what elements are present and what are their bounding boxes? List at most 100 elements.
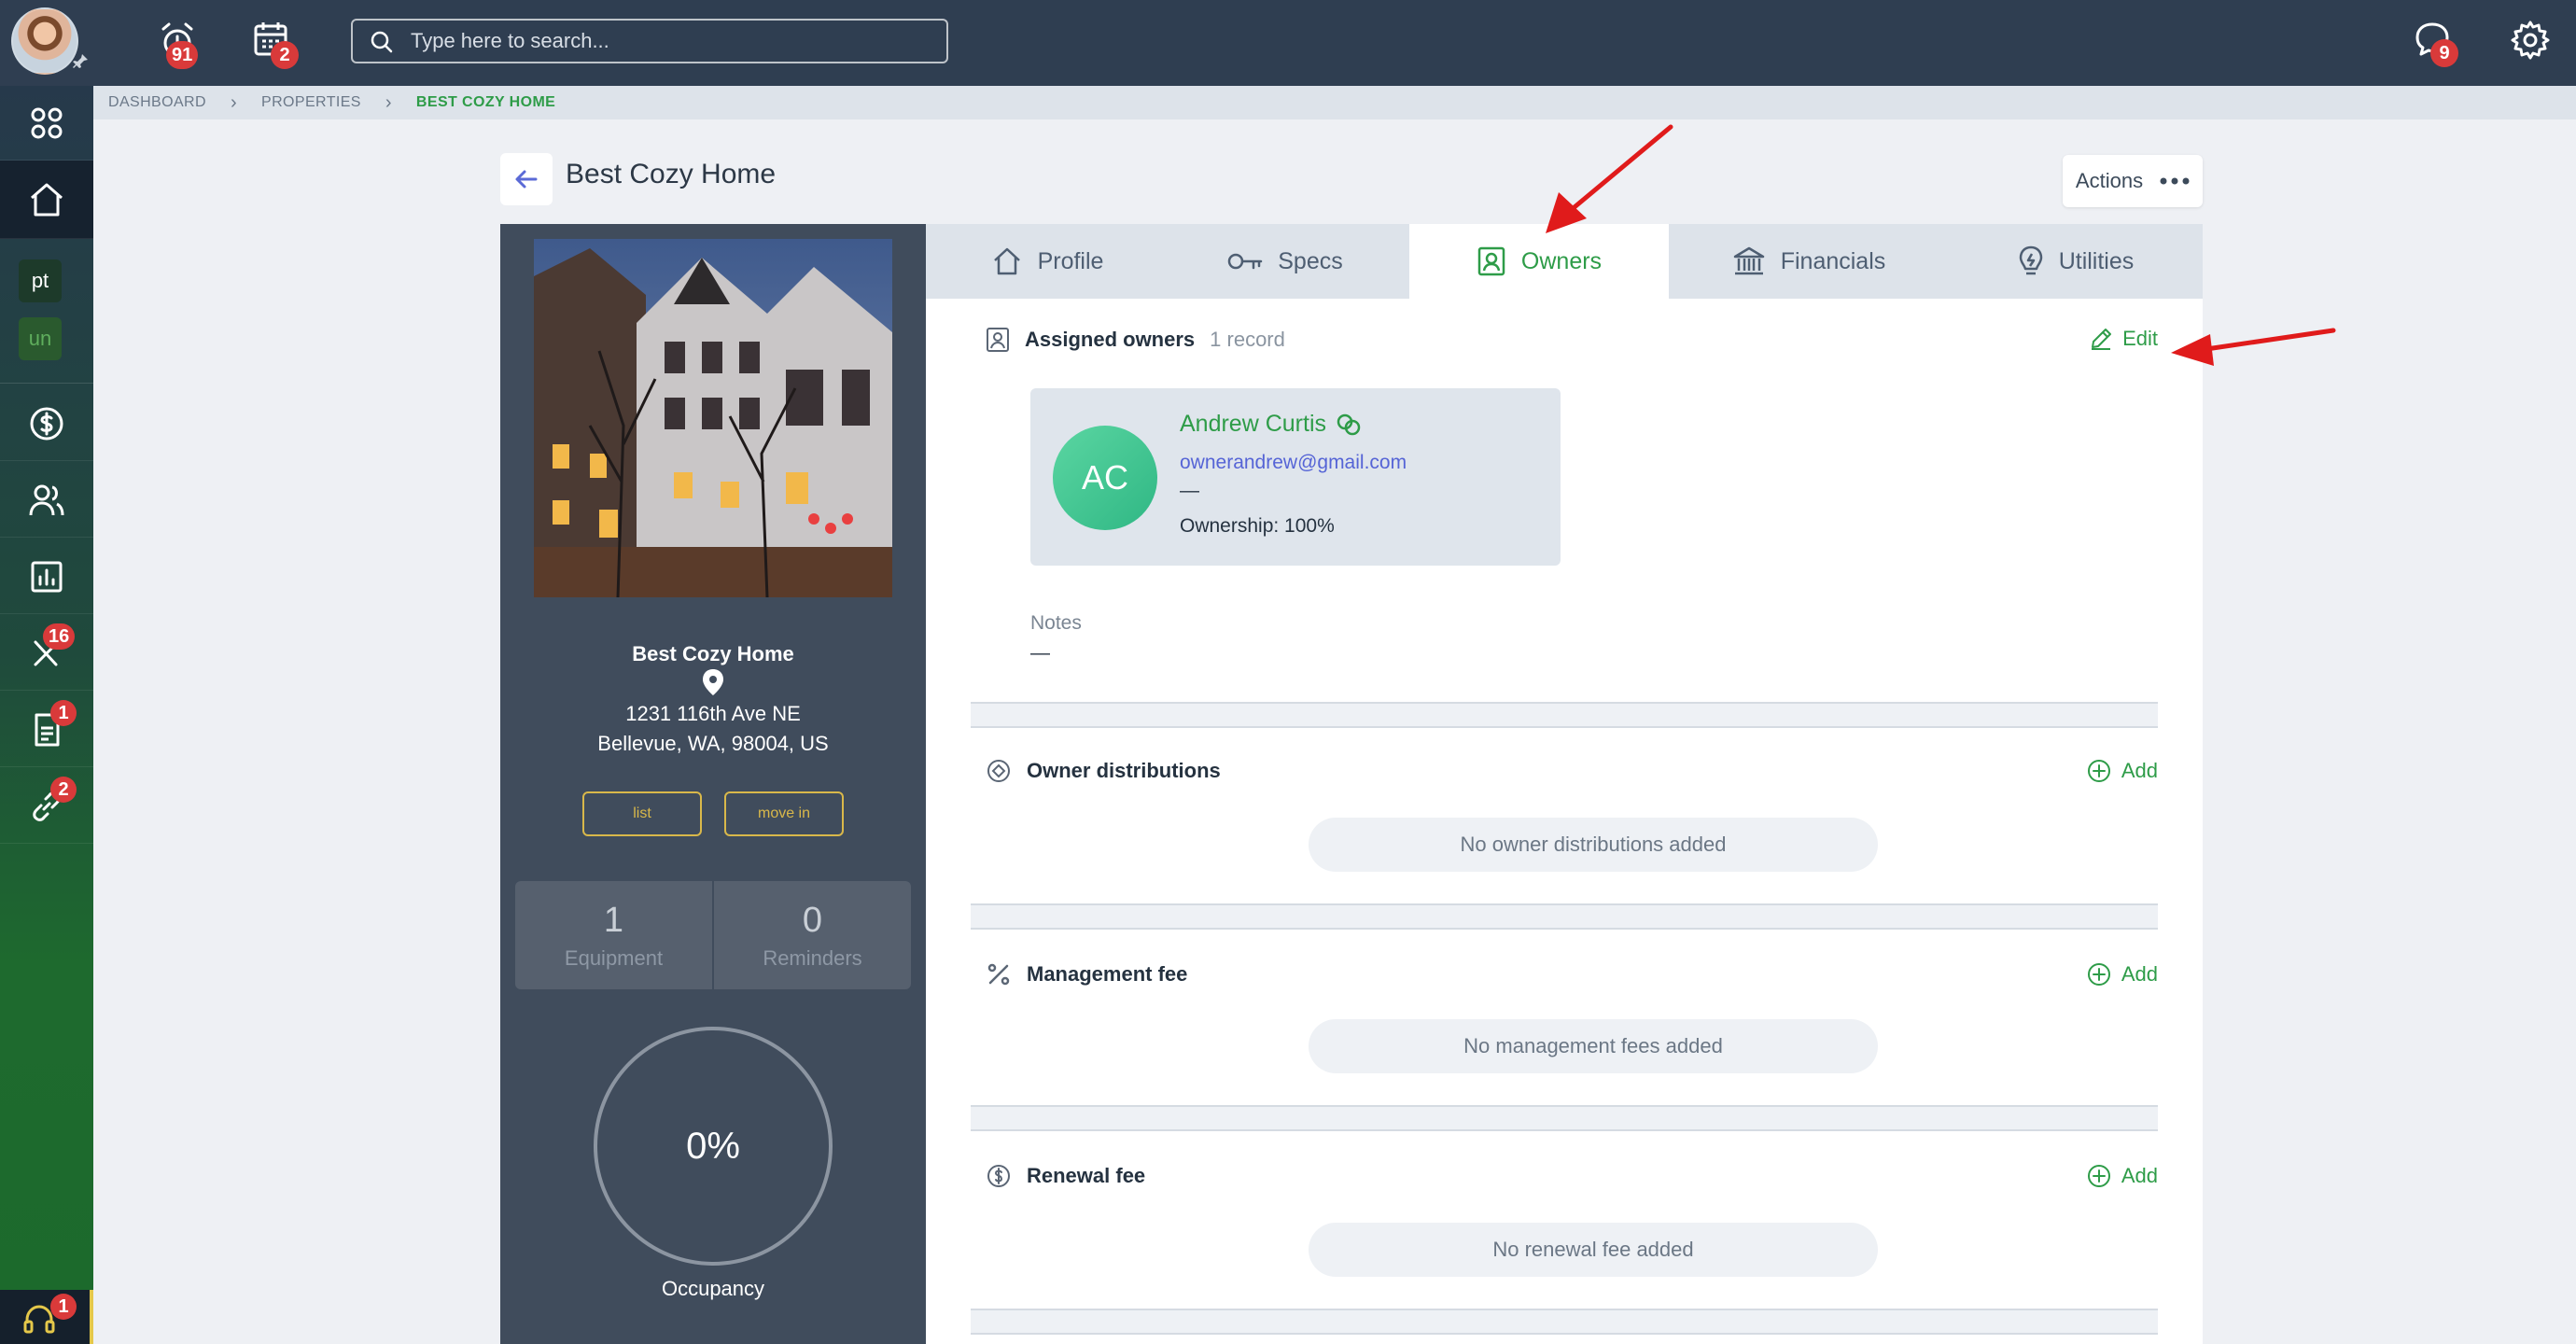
actions-button[interactable]: Actions xyxy=(2063,155,2203,207)
stat-value: 1 xyxy=(603,900,624,940)
dollar-circle-icon xyxy=(987,1165,1010,1187)
add-label: Add xyxy=(2121,962,2158,986)
breadcrumb-current: BEST COZY HOME xyxy=(415,94,556,110)
bank-icon xyxy=(1733,246,1764,275)
section-title: Management fee xyxy=(1027,962,1188,986)
annotation-arrow-edit xyxy=(2171,328,2336,366)
stat-label: Equipment xyxy=(564,945,664,970)
sidebar-item-properties[interactable] xyxy=(0,161,93,239)
messages-badge: 9 xyxy=(2430,39,2458,67)
chevron-right-icon: › xyxy=(385,91,392,113)
home-icon xyxy=(31,183,63,216)
map-pin-icon xyxy=(703,669,723,695)
move-in-button[interactable]: move in xyxy=(724,791,844,836)
sidebar-tag-un[interactable]: un xyxy=(19,317,62,360)
notifications-badge: 91 xyxy=(166,41,199,69)
actions-label: Actions xyxy=(2075,169,2144,192)
property-stats: 1 Equipment 0 Reminders xyxy=(515,881,911,989)
tab-utilities[interactable]: Utilities xyxy=(1949,224,2203,299)
gear-icon[interactable] xyxy=(2509,19,2552,62)
section-title: Renewal fee xyxy=(1027,1164,1146,1187)
owner-card[interactable]: AC Andrew Curtis ownerandrew@gmail.com —… xyxy=(1030,388,1561,566)
stat-label: Reminders xyxy=(763,945,862,970)
people-icon xyxy=(29,484,64,515)
sidebar-item-maintenance[interactable]: 16 xyxy=(0,616,93,691)
lightbulb-icon xyxy=(2019,245,2042,275)
empty-renewal-fees: No renewal fee added xyxy=(1309,1223,1878,1277)
sidebar-tag-pt[interactable]: pt xyxy=(19,259,62,302)
user-avatar[interactable] xyxy=(11,7,78,75)
add-distribution-button[interactable]: Add xyxy=(2086,758,2158,784)
empty-management-fees: No management fees added xyxy=(1309,1019,1878,1073)
stat-reminders[interactable]: 0 Reminders xyxy=(712,881,911,989)
sidebar-item-apps[interactable] xyxy=(0,86,93,161)
back-button[interactable] xyxy=(500,153,553,205)
distributions-header: Owner distributions xyxy=(986,758,1221,784)
messages-button[interactable]: 9 xyxy=(2408,13,2473,75)
sidebar-item-integrations[interactable]: 2 xyxy=(0,769,93,844)
stat-value: 0 xyxy=(802,900,823,940)
tab-profile[interactable]: Profile xyxy=(926,224,1169,299)
section-divider xyxy=(971,1309,2158,1335)
breadcrumb-dashboard[interactable]: DASHBOARD xyxy=(108,94,206,111)
owner-id-icon xyxy=(987,328,1009,352)
plus-circle-icon xyxy=(2087,760,2110,782)
owners-panel: Assigned owners 1 record Edit AC Andrew … xyxy=(926,299,2203,1344)
key-icon xyxy=(1228,253,1263,270)
home-icon xyxy=(993,247,1020,275)
top-bar: 91 2 9 xyxy=(0,0,2576,86)
tab-specs[interactable]: Specs xyxy=(1169,224,1402,299)
tab-label: Owners xyxy=(1520,247,1603,274)
arrow-left-icon xyxy=(515,170,538,189)
chart-icon xyxy=(31,561,63,592)
occupancy-label: Occupancy xyxy=(661,1277,765,1300)
tab-financials[interactable]: Financials xyxy=(1669,224,1949,299)
property-address-line2: Bellevue, WA, 98004, US xyxy=(597,732,829,755)
owner-email[interactable]: ownerandrew@gmail.com xyxy=(1180,452,1407,474)
notes-label: Notes xyxy=(1030,612,1082,634)
sidebar-item-reports[interactable] xyxy=(0,539,93,614)
search-input[interactable] xyxy=(409,26,931,56)
stat-equipment[interactable]: 1 Equipment xyxy=(515,881,712,989)
owner-id-icon xyxy=(1477,246,1505,276)
sidebar-item-people[interactable] xyxy=(0,463,93,538)
support-badge: 1 xyxy=(50,1294,77,1320)
grid-icon xyxy=(31,107,63,138)
portal-link-icon xyxy=(1337,413,1361,435)
occupancy-value: 0% xyxy=(686,1125,740,1167)
plus-circle-icon xyxy=(2087,1165,2110,1187)
owner-avatar: AC xyxy=(1053,426,1157,530)
pin-icon xyxy=(73,54,88,68)
pencil-icon xyxy=(2092,329,2112,350)
property-name: Best Cozy Home xyxy=(632,642,794,665)
search-box[interactable] xyxy=(351,19,948,63)
sidebar-item-support[interactable]: 1 xyxy=(0,1290,93,1344)
breadcrumb-properties[interactable]: PROPERTIES xyxy=(261,94,361,111)
property-card: Best Cozy Home 1231 116th Ave NE Bellevu… xyxy=(500,224,926,1344)
tab-label: Utilities xyxy=(2058,247,2135,274)
add-renewal-fee-button[interactable]: Add xyxy=(2086,1163,2158,1189)
section-title: Assigned owners xyxy=(1025,328,1196,351)
owner-ownership: Ownership: 100% xyxy=(1180,515,1335,537)
annotation-arrow-owners-tab xyxy=(1546,124,1673,233)
more-dots-icon xyxy=(2160,177,2190,185)
page-title: Best Cozy Home xyxy=(566,159,777,189)
distribution-icon xyxy=(987,760,1010,782)
add-label: Add xyxy=(2121,759,2158,782)
notifications-button[interactable]: 91 xyxy=(149,13,215,75)
breadcrumb: DASHBOARD › PROPERTIES › BEST COZY HOME xyxy=(93,86,2576,119)
add-label: Add xyxy=(2121,1164,2158,1187)
add-management-fee-button[interactable]: Add xyxy=(2086,961,2158,987)
section-divider xyxy=(971,702,2158,728)
edit-owners-button[interactable]: Edit xyxy=(2089,327,2158,351)
empty-distributions: No owner distributions added xyxy=(1309,818,1878,872)
section-title: Owner distributions xyxy=(1027,759,1221,782)
calendar-button[interactable]: 2 xyxy=(245,13,306,75)
section-divider xyxy=(971,903,2158,930)
list-button[interactable]: list xyxy=(582,791,702,836)
section-divider xyxy=(971,1105,2158,1131)
owner-name-link[interactable]: Andrew Curtis xyxy=(1180,411,1362,438)
sidebar-item-documents[interactable]: 1 xyxy=(0,693,93,767)
sidebar-item-accounting[interactable] xyxy=(0,386,93,461)
property-photo[interactable] xyxy=(534,239,892,597)
